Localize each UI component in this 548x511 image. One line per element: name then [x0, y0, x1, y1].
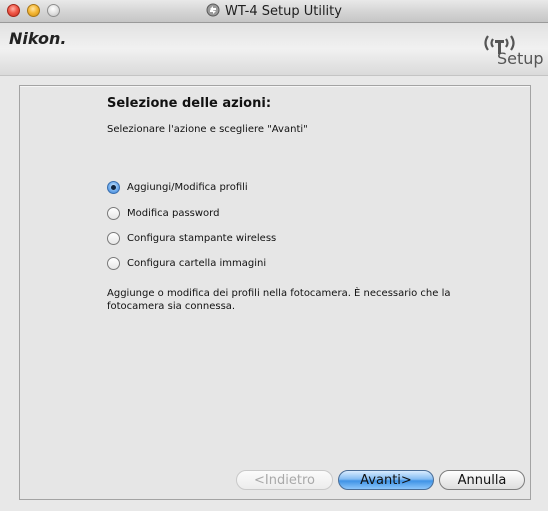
option-label: Modifica password	[127, 207, 220, 219]
title-bar[interactable]: WT-4 Setup Utility	[0, 0, 548, 23]
option-label: Configura cartella immagini	[127, 257, 267, 269]
cancel-button[interactable]: Annulla	[439, 470, 525, 490]
option-configura-stampante-wireless[interactable]: Configura stampante wireless	[107, 230, 276, 246]
radio-button[interactable]	[107, 231, 120, 245]
next-button[interactable]: Avanti>	[338, 470, 434, 490]
window-title: WT-4 Setup Utility	[0, 3, 548, 19]
back-button[interactable]: <Indietro	[236, 470, 333, 490]
option-label: Aggiungi/Modifica profili	[127, 181, 248, 193]
header-banner	[0, 23, 548, 76]
option-configura-cartella-immagini[interactable]: Configura cartella immagini	[107, 255, 266, 271]
setup-logo-text: Setup	[497, 49, 544, 68]
window-title-text: WT-4 Setup Utility	[225, 4, 342, 19]
setup-logo: Setup	[482, 32, 544, 72]
radio-button-selected[interactable]	[107, 180, 120, 194]
option-modifica-password[interactable]: Modifica password	[107, 205, 219, 221]
setup-window: WT-4 Setup Utility Nikon. Setup Selezion…	[0, 0, 548, 511]
page-title: Selezione delle azioni:	[107, 96, 272, 111]
option-description: Aggiunge o modifica dei profili nella fo…	[107, 288, 451, 312]
nikon-logo: Nikon.	[9, 29, 67, 48]
wireless-app-icon	[206, 3, 220, 17]
radio-button[interactable]	[107, 256, 120, 270]
option-label: Configura stampante wireless	[127, 232, 277, 244]
radio-button[interactable]	[107, 206, 120, 220]
instruction-text: Selezionare l'azione e scegliere "Avanti…	[107, 124, 308, 135]
option-aggiungi-modifica-profili[interactable]: Aggiungi/Modifica profili	[107, 179, 248, 195]
